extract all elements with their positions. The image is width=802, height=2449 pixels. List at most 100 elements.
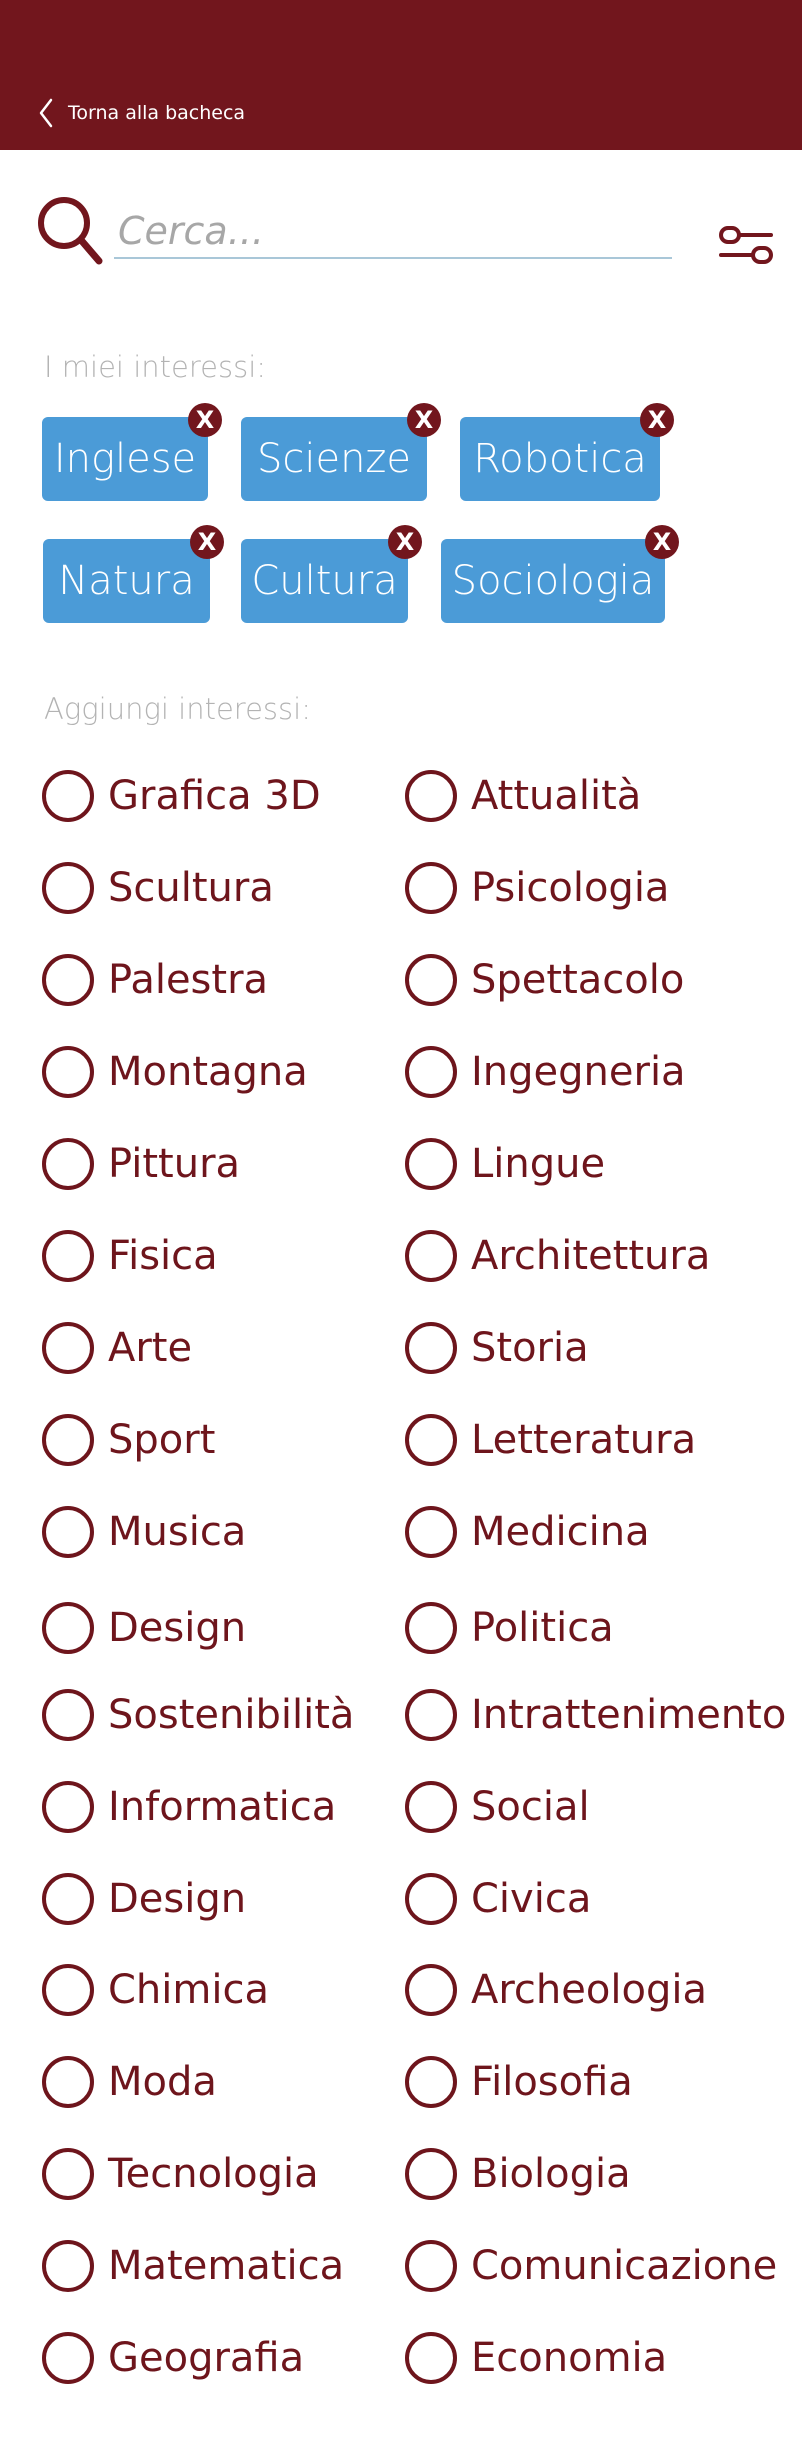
add-interests-label: Aggiungi interessi:	[44, 692, 311, 726]
radio-button[interactable]	[42, 1689, 94, 1741]
interest-option[interactable]: Storia	[405, 1322, 589, 1374]
radio-button[interactable]	[405, 1781, 457, 1833]
interest-option[interactable]: Design	[42, 1873, 246, 1925]
remove-interest-button[interactable]: X	[190, 525, 224, 559]
remove-interest-button[interactable]: X	[407, 403, 441, 437]
interest-option[interactable]: Archeologia	[405, 1964, 707, 2016]
radio-button[interactable]	[42, 1322, 94, 1374]
radio-button[interactable]	[42, 2240, 94, 2292]
interest-option[interactable]: Ingegneria	[405, 1046, 686, 1098]
interest-option[interactable]: Psicologia	[405, 862, 669, 914]
remove-interest-button[interactable]: X	[645, 525, 679, 559]
radio-button[interactable]	[42, 770, 94, 822]
interest-chip: Sociologia X	[441, 525, 679, 623]
remove-interest-button[interactable]: X	[388, 525, 422, 559]
interest-option[interactable]: Letteratura	[405, 1414, 696, 1466]
filter-icon[interactable]	[718, 223, 774, 267]
interest-option[interactable]: Architettura	[405, 1230, 710, 1282]
interest-option[interactable]: Informatica	[42, 1781, 336, 1833]
radio-button[interactable]	[42, 862, 94, 914]
radio-button[interactable]	[42, 1230, 94, 1282]
radio-button[interactable]	[405, 954, 457, 1006]
interest-option-label: Biologia	[471, 2151, 631, 2197]
interest-option[interactable]: Attualità	[405, 770, 641, 822]
interest-option[interactable]: Matematica	[42, 2240, 344, 2292]
interest-option[interactable]: Musica	[42, 1506, 246, 1558]
interest-chip: Cultura X	[241, 525, 422, 623]
interest-option-label: Fisica	[108, 1233, 218, 1279]
interest-option-label: Letteratura	[471, 1417, 697, 1463]
search-icon[interactable]	[36, 195, 104, 267]
interest-option[interactable]: Intrattenimento	[405, 1689, 786, 1741]
interest-option-label: Grafica 3D	[108, 773, 321, 819]
interest-option[interactable]: Fisica	[42, 1230, 218, 1282]
back-link[interactable]: Torna alla bacheca	[38, 98, 245, 128]
interest-option[interactable]: Moda	[42, 2056, 217, 2108]
interest-option[interactable]: Medicina	[405, 1506, 650, 1558]
interest-option[interactable]: Scultura	[42, 862, 274, 914]
interest-option[interactable]: Sport	[42, 1414, 215, 1466]
interest-option-label: Geografia	[108, 2335, 305, 2381]
radio-button[interactable]	[405, 2332, 457, 2384]
interest-option-label: Design	[108, 1605, 247, 1651]
radio-button[interactable]	[405, 1873, 457, 1925]
interest-option-label: Chimica	[108, 1967, 269, 2013]
radio-button[interactable]	[405, 1602, 457, 1654]
interest-option-label: Moda	[108, 2059, 217, 2105]
radio-button[interactable]	[42, 1414, 94, 1466]
radio-button[interactable]	[405, 862, 457, 914]
radio-button[interactable]	[42, 1138, 94, 1190]
interest-option[interactable]: Economia	[405, 2332, 667, 2384]
interest-option[interactable]: Chimica	[42, 1964, 269, 2016]
interest-option[interactable]: Social	[405, 1781, 590, 1833]
interest-option[interactable]: Filosofia	[405, 2056, 633, 2108]
interest-chip: Natura X	[43, 525, 224, 623]
radio-button[interactable]	[42, 1873, 94, 1925]
radio-button[interactable]	[405, 1414, 457, 1466]
radio-button[interactable]	[42, 1781, 94, 1833]
interest-option[interactable]: Spettacolo	[405, 954, 684, 1006]
radio-button[interactable]	[405, 1689, 457, 1741]
radio-button[interactable]	[405, 1046, 457, 1098]
interest-option[interactable]: Grafica 3D	[42, 770, 321, 822]
interest-option[interactable]: Arte	[42, 1322, 192, 1374]
radio-button[interactable]	[405, 1322, 457, 1374]
interest-option[interactable]: Biologia	[405, 2148, 631, 2200]
radio-button[interactable]	[42, 2332, 94, 2384]
interest-option[interactable]: Lingue	[405, 1138, 605, 1190]
radio-button[interactable]	[42, 1602, 94, 1654]
interest-option-label: Civica	[471, 1876, 592, 1922]
radio-button[interactable]	[42, 2148, 94, 2200]
radio-button[interactable]	[42, 954, 94, 1006]
interest-option[interactable]: Palestra	[42, 954, 268, 1006]
radio-button[interactable]	[405, 1506, 457, 1558]
radio-button[interactable]	[405, 1964, 457, 2016]
interest-option[interactable]: Geografia	[42, 2332, 304, 2384]
radio-button[interactable]	[405, 2240, 457, 2292]
interest-option-label: Storia	[471, 1325, 589, 1371]
interest-option-label: Sport	[108, 1417, 216, 1463]
radio-button[interactable]	[42, 1506, 94, 1558]
interest-option[interactable]: Design	[42, 1602, 246, 1654]
radio-button[interactable]	[405, 2056, 457, 2108]
interest-option[interactable]: Civica	[405, 1873, 591, 1925]
interest-option[interactable]: Politica	[405, 1602, 614, 1654]
radio-button[interactable]	[405, 770, 457, 822]
search-input[interactable]	[114, 205, 672, 259]
interest-option[interactable]: Montagna	[42, 1046, 308, 1098]
interest-option[interactable]: Sostenibilità	[42, 1689, 354, 1741]
interest-option[interactable]: Comunicazione	[405, 2240, 777, 2292]
radio-button[interactable]	[42, 1046, 94, 1098]
interest-option-label: Matematica	[108, 2243, 345, 2289]
remove-interest-button[interactable]: X	[640, 403, 674, 437]
radio-button[interactable]	[405, 1230, 457, 1282]
radio-button[interactable]	[405, 2148, 457, 2200]
interest-chip: Scienze X	[241, 403, 441, 501]
radio-button[interactable]	[42, 1964, 94, 2016]
interest-option[interactable]: Tecnologia	[42, 2148, 319, 2200]
chevron-left-icon	[39, 98, 53, 128]
radio-button[interactable]	[42, 2056, 94, 2108]
radio-button[interactable]	[405, 1138, 457, 1190]
interest-option[interactable]: Pittura	[42, 1138, 240, 1190]
remove-interest-button[interactable]: X	[188, 403, 222, 437]
